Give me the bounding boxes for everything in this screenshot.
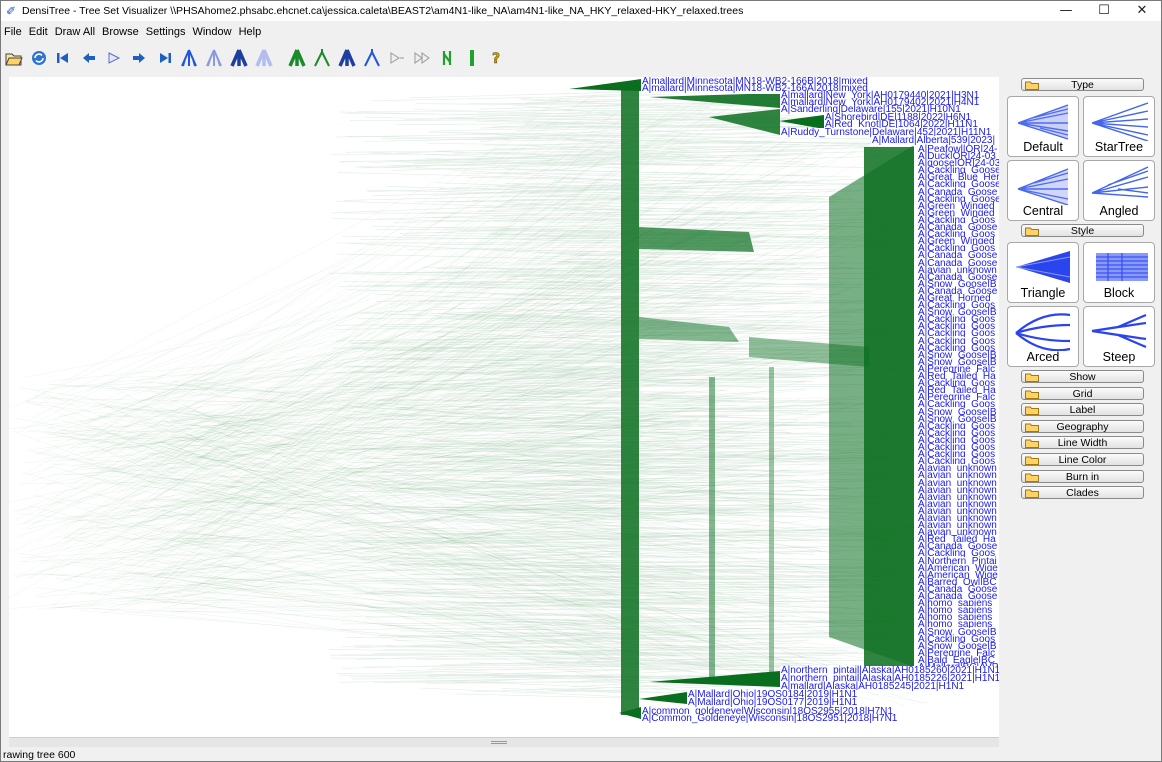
minimize-button[interactable]: —: [1047, 1, 1085, 21]
type-default-tile[interactable]: Default: [1007, 96, 1079, 157]
folder-icon: [1025, 456, 1039, 465]
menu-file[interactable]: File: [1, 26, 26, 38]
horizontal-splitter[interactable]: [9, 737, 999, 747]
triangle-style-icon: [1015, 251, 1071, 283]
status-bar: rawing tree 600: [3, 749, 76, 761]
steep-style-icon: [1091, 313, 1147, 349]
section-geography-header[interactable]: Geography: [1021, 420, 1144, 433]
cluster-band: [639, 317, 739, 342]
folder-icon: [1025, 473, 1039, 482]
densitree-canvas[interactable]: A|mallard|Minnesota|MN18-WB2-166B|2018|m…: [9, 77, 999, 737]
splitter-grip-icon[interactable]: [491, 741, 507, 744]
style-steep-tile[interactable]: Steep: [1083, 306, 1155, 367]
block-style-icon: [1096, 253, 1148, 281]
folder-icon: [1025, 390, 1039, 399]
right-clade-block: [864, 147, 914, 667]
title-bar: ✐ DensiTree - Tree Set Visualizer \\PHSA…: [1, 1, 1161, 21]
tree-view-pale-icon[interactable]: [253, 47, 275, 69]
section-clades-header[interactable]: Clades: [1021, 486, 1144, 499]
folder-icon: [1025, 423, 1039, 432]
central-tree-icon: [1017, 168, 1069, 205]
folder-icon: [1025, 81, 1039, 90]
menu-browse[interactable]: Browse: [99, 26, 143, 38]
maximize-button[interactable]: ☐: [1085, 1, 1123, 21]
tree-view-green-icon[interactable]: [286, 47, 308, 69]
window-title: DensiTree - Tree Set Visualizer \\PHSAho…: [22, 5, 744, 17]
section-grid-header[interactable]: Grid: [1021, 387, 1144, 400]
split-green-icon[interactable]: [436, 47, 458, 69]
tree-view-navy-icon[interactable]: [336, 47, 358, 69]
step-forward-icon[interactable]: [386, 47, 408, 69]
type-central-tile[interactable]: Central: [1007, 160, 1079, 221]
tree-view-light-icon[interactable]: [203, 47, 225, 69]
section-burn-in-header[interactable]: Burn in: [1021, 470, 1144, 483]
play-icon[interactable]: [103, 47, 125, 69]
tree-view-blue-icon[interactable]: [178, 47, 200, 69]
help-icon[interactable]: ?: [486, 47, 508, 69]
step-forward-double-icon[interactable]: [411, 47, 433, 69]
style-triangle-tile[interactable]: Triangle: [1007, 242, 1079, 303]
type-startree-tile[interactable]: StarTree: [1083, 96, 1155, 157]
clade-wedge: [639, 692, 687, 704]
menu-bar: File Edit Draw All Browse Settings Windo…: [1, 23, 265, 41]
last-tree-icon[interactable]: [153, 47, 175, 69]
menu-window[interactable]: Window: [189, 26, 235, 38]
cluster-band: [639, 227, 754, 252]
app-window: ✐ DensiTree - Tree Set Visualizer \\PHSA…: [0, 0, 1162, 762]
settings-panel: Type Default StarTree Central Angled Sty…: [1003, 77, 1161, 757]
arced-style-icon: [1015, 313, 1071, 351]
close-button[interactable]: ✕: [1123, 1, 1161, 21]
tree-density-plot: [9, 79, 930, 719]
section-type-header[interactable]: Type: [1021, 78, 1144, 91]
previous-tree-icon[interactable]: [78, 47, 100, 69]
folder-icon: [1025, 406, 1039, 415]
tip-label: A|Common_Goldeneye|Wisconsin|18OS2951|20…: [641, 713, 899, 724]
menu-settings[interactable]: Settings: [143, 26, 190, 38]
angled-tree-icon: [1091, 166, 1149, 198]
main-trunk: [621, 85, 639, 715]
vertical-connector: [709, 377, 715, 677]
densitree-app-icon: ✐: [5, 4, 17, 18]
next-tree-icon[interactable]: [128, 47, 150, 69]
section-label-header[interactable]: Label: [1021, 403, 1144, 416]
folder-icon: [1025, 373, 1039, 382]
tree-view-green-light-icon[interactable]: [311, 47, 333, 69]
folder-icon: [1025, 227, 1039, 236]
style-block-tile[interactable]: Block: [1083, 242, 1155, 303]
default-tree-icon: [1017, 104, 1069, 140]
first-tree-icon[interactable]: [53, 47, 75, 69]
section-line-width-header[interactable]: Line Width: [1021, 436, 1144, 449]
svg-text:?: ?: [492, 51, 500, 67]
style-arced-tile[interactable]: Arced: [1007, 306, 1079, 367]
tree-view-dark-icon[interactable]: [228, 47, 250, 69]
menu-draw-all[interactable]: Draw All: [52, 26, 99, 38]
folder-icon: [1025, 439, 1039, 448]
type-angled-tile[interactable]: Angled: [1083, 160, 1155, 221]
startree-icon: [1091, 102, 1149, 141]
menu-help[interactable]: Help: [236, 26, 266, 38]
bar-green-icon[interactable]: [461, 47, 483, 69]
tree-view-blue-outline-icon[interactable]: [361, 47, 383, 69]
vertical-connector: [769, 367, 774, 677]
section-line-color-header[interactable]: Line Color: [1021, 453, 1144, 466]
toolbar: ?: [1, 45, 1161, 71]
open-icon[interactable]: [3, 47, 25, 69]
menu-edit[interactable]: Edit: [26, 26, 52, 38]
folder-icon: [1025, 489, 1039, 498]
clade-wedge: [569, 79, 641, 91]
section-style-header[interactable]: Style: [1021, 224, 1144, 237]
refresh-icon[interactable]: [28, 47, 50, 69]
section-show-header[interactable]: Show: [1021, 370, 1144, 383]
